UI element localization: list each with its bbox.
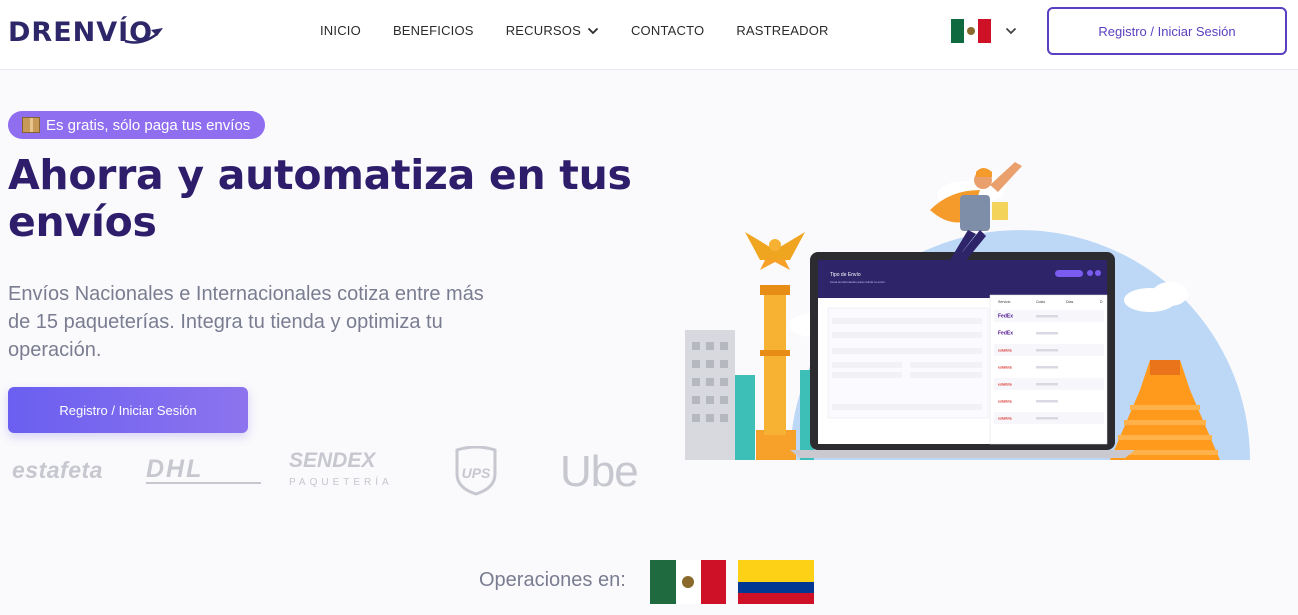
mockup-row-placeholder (1036, 315, 1058, 318)
header-cta-label: Registro / Iniciar Sesión (1098, 23, 1236, 39)
estafeta-logo: estafeta (12, 457, 103, 483)
building-teal (735, 375, 755, 460)
mockup-row-carrier: estafeta (998, 400, 1013, 404)
nav-rastreador[interactable]: RASTREADOR (736, 23, 828, 38)
mockup-row-placeholder (1036, 349, 1058, 352)
badge-text: Es gratis, sólo paga tus envíos (46, 116, 251, 134)
mexico-flag-icon (650, 560, 726, 604)
hero-illustration: Tipo de Envío Llena la información para … (685, 162, 1250, 460)
chevron-down-icon (1005, 27, 1017, 35)
hero-title: Ahorra y automatiza en tus envíos (8, 151, 632, 246)
colombia-flag-icon (738, 560, 814, 604)
nav-recursos-label: RECURSOS (505, 23, 581, 38)
mockup-table-rows: FedEx FedEx estafeta estafeta estafeta estafe… (994, 310, 1104, 424)
laptop-base (790, 450, 1135, 458)
sendex-logo-text: SENDEX (289, 449, 376, 472)
mockup-row-placeholder (1036, 366, 1058, 369)
mockup-row-carrier: estafeta (998, 366, 1013, 370)
mockup-row-placeholder (1036, 332, 1058, 335)
nav-contacto-label: CONTACTO (630, 23, 705, 38)
package-icon (22, 117, 40, 133)
laptop-mockup: Tipo de Envío Llena la información para … (790, 252, 1135, 458)
mockup-row-carrier: estafeta (998, 349, 1013, 353)
nav-recursos[interactable]: RECURSOS (506, 23, 599, 38)
main-nav: INICIO BENEFICIOS RECURSOS CONTACTO RAST… (320, 23, 829, 38)
mockup-table-header-dias: Días (1066, 300, 1073, 304)
hero-subtitle: Envíos Nacionales e Internacionales coti… (8, 283, 484, 361)
hero-register-login-button[interactable]: Registro / Iniciar Sesión (8, 387, 248, 433)
nav-contacto[interactable]: CONTACTO (631, 23, 704, 38)
nav-beneficios[interactable]: BENEFICIOS (393, 23, 474, 38)
mockup-row-placeholder (1036, 383, 1058, 386)
mockup-row-placeholder (1036, 400, 1058, 403)
carrier-logos: estafeta DHL SENDEX PAQUETERÍA UPS Ube (0, 440, 648, 512)
dhl-logo-text: DHL (146, 455, 204, 483)
sendex-logo-subtitle: PAQUETERÍA (289, 477, 393, 488)
plane-icon (124, 27, 164, 44)
operations-label: Operaciones en: (479, 569, 626, 591)
ups-logo-text: UPS (462, 465, 491, 481)
mockup-panel-subtitle: Llena la información para cotizar tu env… (830, 280, 885, 284)
mockup-row-carrier: estafeta (998, 417, 1013, 421)
drenvio-logo[interactable]: DRENVÍO (8, 17, 165, 48)
mockup-row-carrier: FedEx (998, 331, 1013, 337)
sendex-logo: SENDEX PAQUETERÍA (289, 450, 393, 494)
nav-beneficios-label: BENEFICIOS (392, 23, 474, 38)
country-selector[interactable] (951, 19, 1017, 43)
dhl-logo: DHL (146, 455, 261, 484)
free-badge: Es gratis, sólo paga tus envíos (8, 111, 266, 139)
nav-inicio-label: INICIO (320, 23, 361, 38)
site-header: DRENVÍO INICIO BENEFICIOS RECURSOS CONTA… (0, 0, 1298, 70)
ups-logo: UPS (455, 445, 497, 501)
nav-inicio[interactable]: INICIO (320, 23, 361, 38)
uber-logo: Ube (560, 447, 639, 496)
mockup-row-carrier: estafeta (998, 383, 1013, 387)
hero-cta-label: Registro / Iniciar Sesión (59, 402, 197, 418)
mockup-row-carrier: FedEx (998, 314, 1013, 320)
mockup-table-header-servicio: Servicio (998, 300, 1011, 304)
mockup-row-placeholder (1036, 417, 1058, 420)
ups-shield-icon: UPS (455, 445, 497, 496)
dhl-stripes (146, 482, 261, 484)
mexico-flag-icon (951, 19, 991, 43)
chevron-down-icon (587, 27, 599, 34)
nav-rastreador-label: RASTREADOR (736, 23, 829, 38)
header-register-login-button[interactable]: Registro / Iniciar Sesión (1047, 7, 1287, 55)
mockup-table-header-costo: Costo (1036, 300, 1045, 304)
mockup-panel-title: Tipo de Envío (830, 272, 861, 278)
